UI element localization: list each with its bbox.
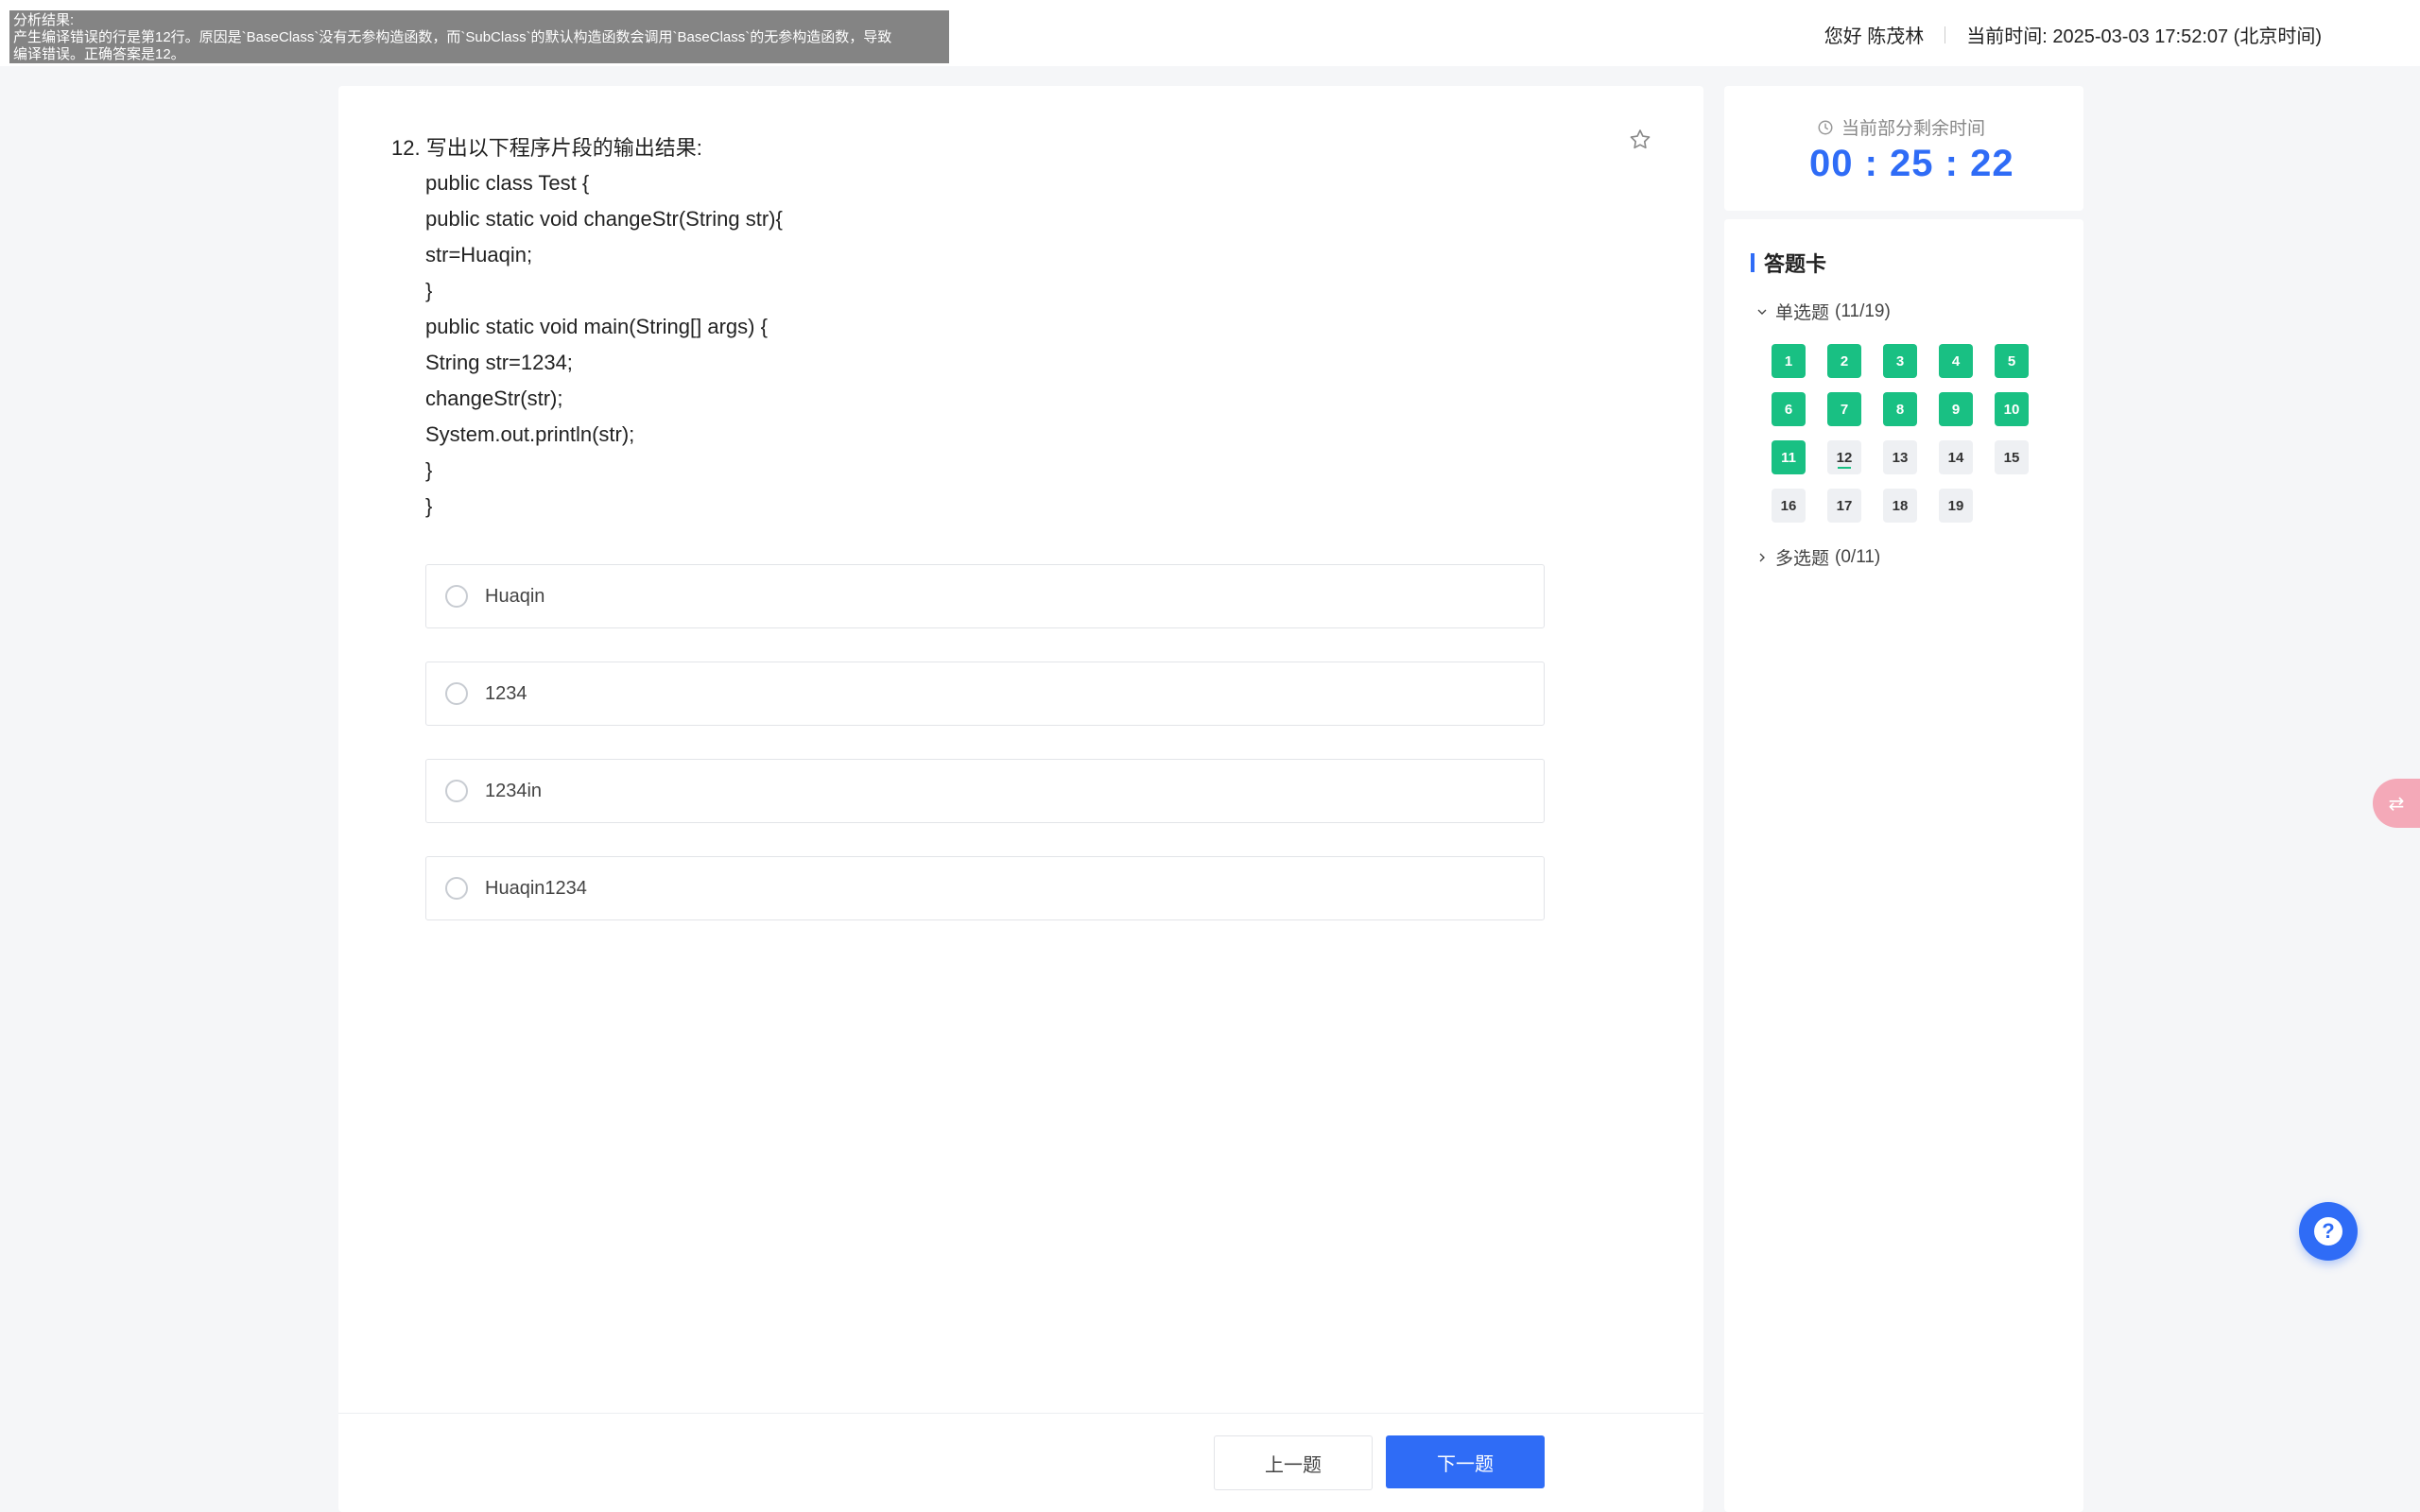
help-button[interactable]: ? [2299,1202,2358,1261]
answer-options: Huaqin 1234 1234in Huaqin1234 [425,564,1545,954]
current-time: 当前时间: 2025-03-03 17:52:07 (北京时间) [1966,21,2322,48]
code-line: String str=1234; [425,351,573,374]
analysis-overlay: 分析结果: 产生编译错误的行是第12行。原因是`BaseClass`没有无参构造… [9,10,949,63]
overlay-line-2: 产生编译错误的行是第12行。原因是`BaseClass`没有无参构造函数，而`S… [13,29,892,45]
question-number-5[interactable]: 5 [1995,344,2029,378]
question-number-6[interactable]: 6 [1772,392,1806,426]
question-body: 12. 写出以下程序片段的输出结果: public class Test { p… [391,131,1620,524]
question-number-15[interactable]: 15 [1995,440,2029,474]
single-choice-section-toggle[interactable]: 单选题 (11/19) [1754,299,1891,324]
answer-card-title-text: 答题卡 [1764,252,1827,276]
greeting: 您好 陈茂林 [1824,26,1925,47]
single-choice-label: 单选题 [1775,303,1830,323]
option-label: 1234in [485,780,543,801]
question-number-16[interactable]: 16 [1772,489,1806,523]
option-a[interactable]: Huaqin [425,564,1545,628]
time-value: 2025-03-03 17:52:07 (北京时间) [2052,26,2322,47]
option-label: Huaqin1234 [485,877,587,899]
title-accent-bar [1751,253,1754,272]
question-number-8[interactable]: 8 [1883,392,1917,426]
question-number-4[interactable]: 4 [1939,344,1973,378]
question-number-7[interactable]: 7 [1827,392,1861,426]
multi-choice-section-toggle[interactable]: 多选题 (0/11) [1754,544,1880,570]
radio-icon[interactable] [445,877,468,900]
code-line: public static void changeStr(String str)… [425,207,783,231]
code-line: } [425,279,433,302]
answer-card-title: 答题卡 [1751,248,1826,278]
single-choice-count: (11/19) [1835,301,1891,321]
question-number-12[interactable]: 12 [1827,440,1861,474]
timer-label-row: 当前部分剩余时间 [1817,114,1985,140]
option-label: 1234 [485,682,527,704]
code-line: } [425,494,433,518]
radio-icon[interactable] [445,780,468,802]
question-number-1[interactable]: 1 [1772,344,1806,378]
multi-choice-count: (0/11) [1835,546,1881,567]
question-number-13[interactable]: 13 [1883,440,1917,474]
timer-card: 当前部分剩余时间 00 : 25 : 22 [1724,86,2083,211]
prev-question-button[interactable]: 上一题 [1214,1435,1373,1490]
translate-button[interactable]: ⇄ [2373,779,2420,828]
top-header: 分析结果: 产生编译错误的行是第12行。原因是`BaseClass`没有无参构造… [0,0,2420,66]
question-number-19[interactable]: 19 [1939,489,1973,523]
code-line: str=Huaqin; [425,243,533,266]
timer-label: 当前部分剩余时间 [1841,119,1986,139]
question-number-grid: 1 2 3 4 5 6 7 8 9 10 11 12 13 14 15 16 17 18 19 [1772,344,2055,523]
question-number-17[interactable]: 17 [1827,489,1861,523]
code-line: public class Test { [425,171,590,195]
option-b[interactable]: 1234 [425,662,1545,726]
code-line: } [425,458,433,482]
option-d[interactable]: Huaqin1234 [425,856,1545,920]
question-number-2[interactable]: 2 [1827,344,1861,378]
footer-divider [338,1413,1703,1414]
overlay-line-1: 分析结果: [13,12,75,28]
translate-icon: ⇄ [2388,793,2405,815]
question-number-9[interactable]: 9 [1939,392,1973,426]
next-question-button[interactable]: 下一题 [1386,1435,1545,1488]
question-number-18[interactable]: 18 [1883,489,1917,523]
question-number-10[interactable]: 10 [1995,392,2029,426]
chevron-right-icon [1759,553,1765,561]
code-line: System.out.println(str); [425,422,635,446]
multi-choice-label: 多选题 [1775,549,1830,569]
question-number-3[interactable]: 3 [1883,344,1917,378]
answer-card-panel: 答题卡 单选题 (11/19) 1 2 3 4 5 6 7 8 9 10 11 12 13 14 15 16 1… [1724,219,2083,1512]
code-line: changeStr(str); [425,387,563,410]
radio-icon[interactable] [445,585,468,608]
question-number-14[interactable]: 14 [1939,440,1973,474]
time-label: 当前时间: [1966,26,2048,47]
code-line: public static void main(String[] args) { [425,315,768,338]
overlay-line-3: 编译错误。正确答案是12。 [13,46,185,62]
question-card: 12. 写出以下程序片段的输出结果: public class Test { p… [338,86,1703,1512]
option-c[interactable]: 1234in [425,759,1545,823]
chevron-down-icon [1757,309,1767,315]
timer-value: 00 : 25 : 22 [1809,143,2014,184]
star-icon[interactable] [1628,128,1652,152]
question-title: 12. 写出以下程序片段的输出结果: [391,136,702,160]
radio-icon[interactable] [445,682,468,705]
code-block: public class Test { public static void c… [391,165,1620,524]
option-label: Huaqin [485,585,545,607]
question-number-11[interactable]: 11 [1772,440,1806,474]
clock-icon [1818,120,1833,134]
help-icon: ? [2314,1217,2342,1246]
header-user-info: 您好 陈茂林 当前时间: 2025-03-03 17:52:07 (北京时间) [1824,21,2322,48]
